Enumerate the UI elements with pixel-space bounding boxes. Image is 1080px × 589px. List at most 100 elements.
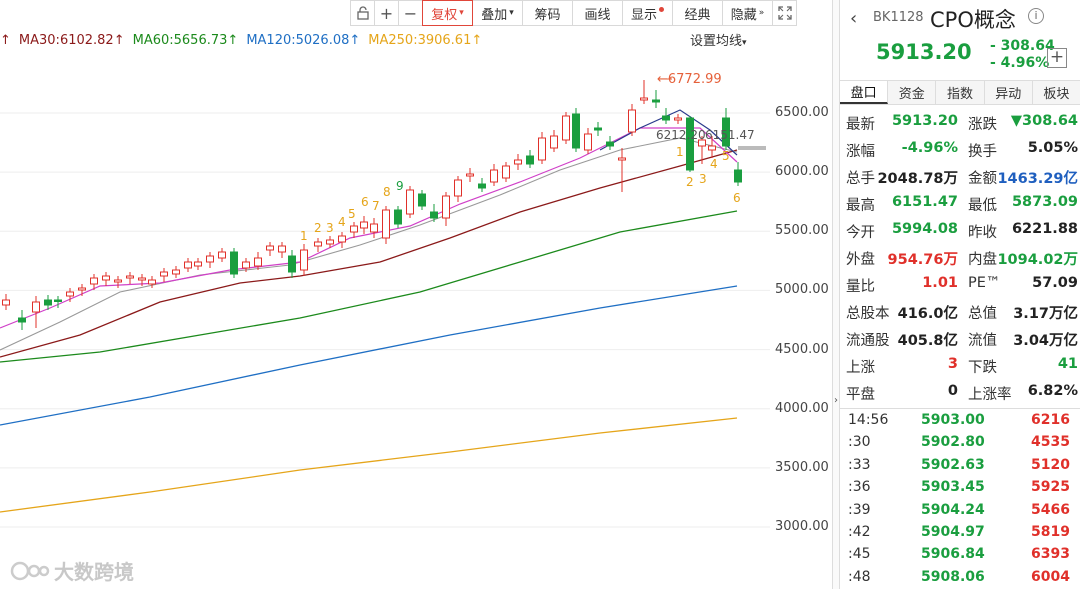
- tab-index[interactable]: 指数: [936, 81, 985, 104]
- quote-table: 最新 5913.20 涨跌 ▼308.64 涨幅 -4.96% 换手 5.05% 总手 2048.…: [840, 109, 1080, 406]
- quote-label: 流值: [968, 333, 997, 349]
- candle-down: [230, 251, 238, 275]
- ma30-line: [0, 149, 738, 358]
- ma120-label: MA120:5026.08↑: [246, 32, 361, 48]
- tick-volume: 6393: [1031, 546, 1070, 563]
- quote-value: 405.8亿: [897, 333, 958, 349]
- ma30-label: MA30:6102.82↑: [18, 32, 125, 48]
- tick-list: 14:56 5903.00 6216:30 5902.80 4535:33 5902.63…: [840, 408, 1080, 588]
- tick-volume: 4535: [1031, 434, 1070, 451]
- notification-dot: [659, 6, 664, 12]
- quote-label: 昨收: [968, 225, 997, 241]
- tab-anomaly[interactable]: 异动: [984, 81, 1033, 104]
- quote-label: 上涨率: [968, 387, 1012, 403]
- candle-up: [490, 169, 498, 183]
- candle-up: [454, 179, 462, 197]
- tab-sector[interactable]: 板块: [1032, 81, 1080, 104]
- quote-row: 总股本 416.0亿 总值 3.17万亿: [840, 298, 1080, 325]
- tab-funds[interactable]: 资金: [888, 81, 937, 104]
- tab-handicap[interactable]: 盘口: [840, 81, 889, 104]
- ma-legend: ↑ MA30:6102.82↑ MA60:5656.73↑ MA120:5026…: [0, 30, 490, 50]
- price-marker: [738, 146, 766, 150]
- quote-value: ▼308.64: [1010, 113, 1078, 129]
- quote-value: 2048.78万: [877, 171, 958, 187]
- quote-label: 总股本: [846, 306, 890, 322]
- quote-value: 57.09: [1032, 275, 1078, 291]
- quote-label: 今开: [846, 225, 875, 241]
- quote-label: 金额: [968, 171, 997, 187]
- quote-label: 涨跌: [968, 117, 997, 133]
- ma-arrow-0: ↑: [0, 32, 11, 48]
- collapse-arrow-icon[interactable]: ›: [834, 395, 838, 406]
- tick-row: :42 5904.97 5819: [840, 521, 1080, 543]
- candle-up: [466, 173, 474, 177]
- tick-time: :30: [848, 434, 871, 451]
- lock-icon[interactable]: [350, 0, 375, 26]
- overlay-button[interactable]: 叠加 ▾: [472, 0, 523, 26]
- candle-down: [606, 141, 614, 147]
- td-up-number: 8: [383, 185, 391, 199]
- candlestick-chart[interactable]: ←6772.996212.20 6151.4712 3 456 78 912 3456: [0, 50, 770, 589]
- tick-price: 5903.45: [921, 479, 985, 496]
- zoom-out-button[interactable]: −: [398, 0, 423, 26]
- add-watchlist-button[interactable]: +: [1047, 48, 1067, 68]
- candle-up: [538, 137, 546, 161]
- candle-down: [526, 155, 534, 165]
- quote-row: 外盘 954.76万 内盘 1094.02万: [840, 244, 1080, 271]
- quote-value: 6.82%: [1027, 383, 1078, 399]
- tick-volume: 6004: [1031, 568, 1070, 585]
- display-button[interactable]: 显示: [622, 0, 673, 26]
- adjust-right-button[interactable]: 复权 ▾: [422, 0, 473, 26]
- candle-up: [66, 291, 74, 297]
- quote-label: 涨幅: [846, 144, 875, 160]
- tick-row: :45 5906.84 6393: [840, 543, 1080, 565]
- panel-splitter[interactable]: [832, 0, 840, 589]
- classic-button[interactable]: 经典: [672, 0, 723, 26]
- candle-up: [674, 117, 682, 121]
- draw-line-button[interactable]: 画线: [572, 0, 623, 26]
- back-arrow-icon[interactable]: ‹: [850, 8, 857, 29]
- candle-down: [394, 209, 402, 225]
- chips-button[interactable]: 筹码: [522, 0, 573, 26]
- candle-up: [314, 241, 322, 247]
- candle-down: [44, 299, 52, 306]
- quote-value: 3: [947, 356, 958, 372]
- ma-settings-button[interactable]: 设置均线▾: [690, 30, 747, 49]
- td-down-number: 2: [686, 175, 694, 189]
- candle-up: [242, 261, 250, 269]
- quote-label: 总值: [968, 306, 997, 322]
- candle-up: [78, 287, 86, 291]
- tick-row: :30 5902.80 4535: [840, 431, 1080, 453]
- candle-down: [594, 127, 602, 131]
- td-down-number: 4: [710, 157, 718, 171]
- candle-down: [418, 193, 426, 207]
- price-change: - 308.64 - 4.96%: [990, 38, 1055, 72]
- quote-value: 5913.20: [891, 113, 958, 129]
- ma10-line: [0, 127, 738, 329]
- candle-up: [2, 299, 10, 306]
- zoom-in-button[interactable]: +: [374, 0, 399, 26]
- ma250-line: [0, 417, 738, 513]
- candle-down: [478, 183, 486, 189]
- candle-up: [562, 115, 570, 141]
- current-price: 5913.20: [876, 40, 972, 64]
- tick-time: :45: [848, 546, 871, 563]
- tick-volume: 5466: [1031, 501, 1070, 518]
- quote-label: 最新: [846, 117, 875, 133]
- quote-value: 5.05%: [1027, 140, 1078, 156]
- quote-value: -4.96%: [901, 140, 958, 156]
- quote-value: 6151.47: [891, 194, 958, 210]
- ma20-line: [0, 137, 738, 351]
- candle-down: [734, 169, 742, 183]
- td-up-number: 5: [348, 207, 356, 221]
- fullscreen-icon[interactable]: [772, 0, 797, 26]
- candle-up: [160, 271, 168, 277]
- candle-up: [514, 159, 522, 165]
- quote-panel: ‹ BK1128 CPO概念 i 5913.20 - 308.64 - 4.96…: [840, 0, 1080, 589]
- quote-row: 量比 1.01 PE™ 57.09: [840, 271, 1080, 298]
- candle-up: [370, 223, 378, 233]
- td-up-number: 6: [361, 195, 369, 209]
- hide-button[interactable]: 隐藏»: [722, 0, 773, 26]
- info-icon[interactable]: i: [1028, 8, 1044, 24]
- candle-up: [102, 275, 110, 281]
